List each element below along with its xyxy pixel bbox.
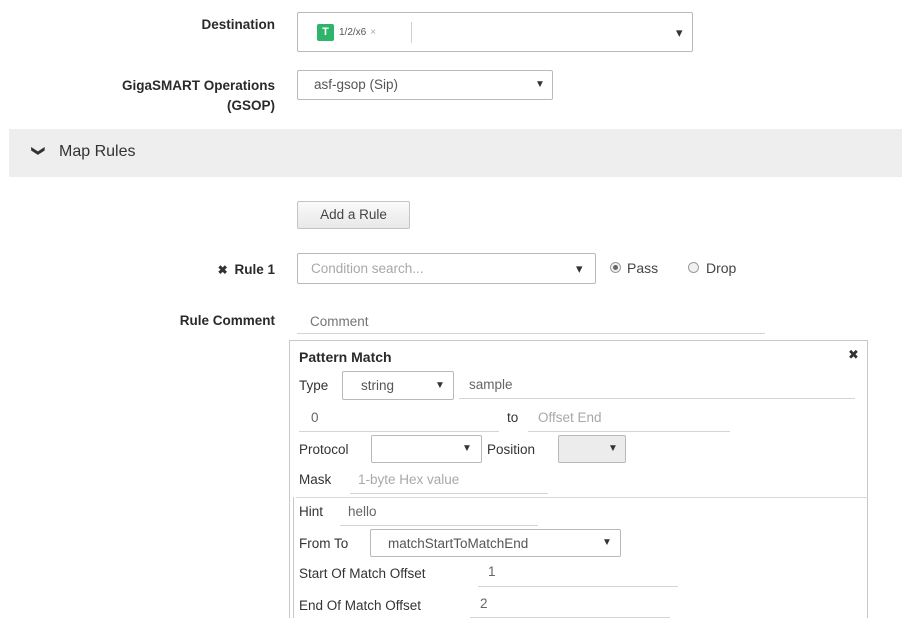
add-rule-button[interactable]: Add a Rule [297, 201, 410, 229]
drop-radio-label[interactable]: Drop [706, 260, 736, 276]
start-offset-input[interactable]: 1 [478, 562, 678, 587]
hint-label: Hint [299, 504, 324, 519]
end-offset-input[interactable]: 2 [470, 594, 670, 618]
port-type-icon: T [317, 23, 334, 41]
condition-search-select[interactable]: Condition search... ▾ [297, 253, 596, 284]
tag-input-separator [411, 22, 412, 43]
gsop-select[interactable]: asf-gsop (Sip) ▼ [297, 70, 553, 100]
mask-placeholder: 1-byte Hex value [358, 472, 460, 487]
end-offset-label: End Of Match Offset [299, 598, 422, 613]
condition-search-placeholder: Condition search... [311, 261, 424, 276]
type-label: Type [299, 378, 329, 393]
rule-comment-label: Rule Comment [179, 313, 275, 328]
pattern-value-input[interactable]: sample [459, 375, 855, 399]
type-select[interactable]: string ▼ [342, 371, 454, 400]
chevron-down-icon[interactable]: ▾ [676, 25, 683, 41]
position-label: Position [487, 442, 536, 457]
offset-end-placeholder: Offset End [538, 410, 602, 425]
rule-1-label-group: ✖ Rule 1 [180, 262, 275, 277]
protocol-label: Protocol [299, 442, 349, 457]
protocol-select[interactable]: ▼ [371, 435, 482, 463]
mask-label: Mask [299, 472, 332, 487]
gsop-select-value: asf-gsop (Sip) [314, 77, 399, 92]
gsop-label: GigaSMART Operations (GSOP) [60, 76, 275, 116]
from-to-select-value: matchStartToMatchEnd [388, 536, 529, 551]
drop-radio[interactable] [688, 262, 699, 273]
hint-section-border [293, 497, 294, 618]
hint-value: hello [348, 504, 377, 519]
from-to-select[interactable]: matchStartToMatchEnd ▼ [370, 529, 621, 557]
offset-end-input[interactable]: Offset End [528, 407, 730, 432]
mask-input[interactable]: 1-byte Hex value [350, 469, 548, 494]
pass-radio[interactable] [610, 262, 621, 273]
from-to-label: From To [299, 536, 349, 551]
offset-start-input[interactable]: 0 [299, 407, 499, 432]
pattern-match-title: Pattern Match [299, 349, 392, 365]
remove-rule-icon[interactable]: ✖ [218, 263, 228, 277]
hint-input[interactable]: hello [340, 501, 538, 526]
chevron-down-icon: ▼ [602, 537, 612, 548]
map-rules-section-header[interactable]: ❯ Map Rules [9, 129, 902, 177]
start-offset-label: Start Of Match Offset [299, 566, 426, 581]
start-offset-value: 1 [488, 564, 496, 579]
destination-label: Destination [201, 17, 275, 32]
map-rules-title: Map Rules [59, 143, 136, 160]
pattern-value: sample [469, 377, 513, 392]
tag-remove-icon[interactable]: × [370, 27, 376, 38]
close-icon[interactable]: ✖ [848, 347, 859, 363]
rule-1-label: Rule 1 [234, 262, 275, 277]
gsop-label-line1: GigaSMART Operations [121, 78, 275, 93]
destination-tag[interactable]: T 1/2/x6 × [317, 23, 376, 41]
chevron-down-icon: ▼ [462, 443, 472, 454]
section-divider [296, 497, 868, 498]
type-select-value: string [361, 378, 395, 393]
offset-to-label: to [507, 410, 519, 425]
chevron-down-icon: ▼ [608, 443, 618, 454]
chevron-down-icon: ▼ [535, 79, 545, 90]
destination-multiselect[interactable]: T 1/2/x6 × ▾ [297, 12, 693, 52]
chevron-down-icon: ▼ [435, 380, 445, 391]
gsop-label-line2: (GSOP) [226, 98, 275, 113]
pass-radio-label[interactable]: Pass [627, 260, 658, 276]
chevron-down-icon: ▾ [576, 261, 583, 276]
destination-tag-label: 1/2/x6 [339, 26, 367, 38]
offset-start-value: 0 [311, 410, 319, 425]
end-offset-value: 2 [480, 596, 488, 611]
chevron-down-icon: ❯ [31, 145, 47, 157]
position-select[interactable]: ▼ [558, 435, 626, 463]
rule-comment-input[interactable] [297, 310, 765, 334]
